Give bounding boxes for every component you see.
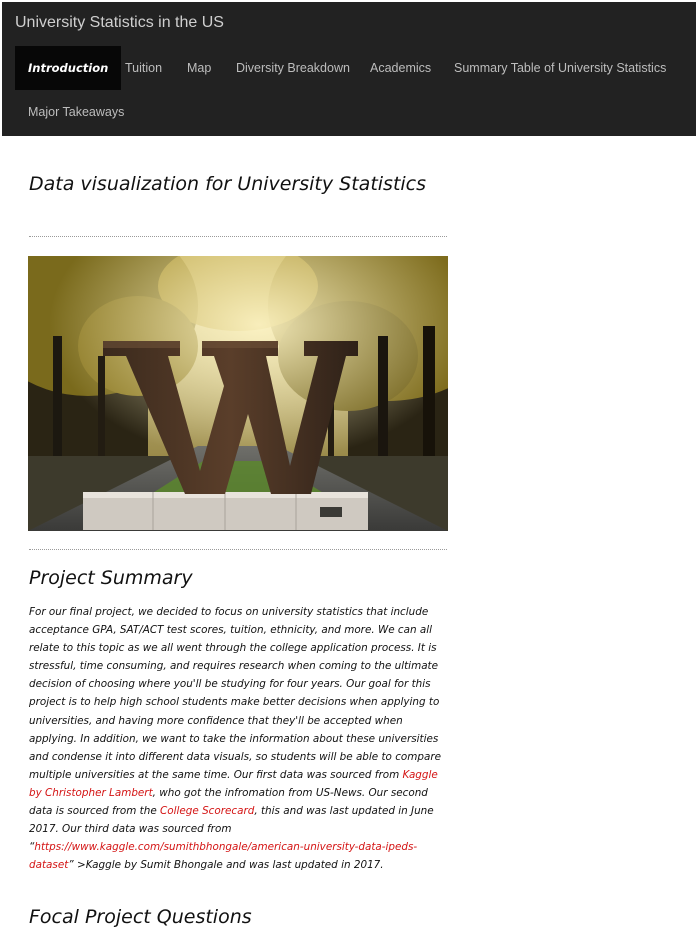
section-heading-project-summary: Project Summary (29, 567, 193, 589)
top-navbar: University Statistics in the US Introduc… (2, 2, 696, 136)
project-summary-paragraph: For our final project, we decided to foc… (29, 603, 447, 874)
nav-major-takeaways[interactable]: Major Takeaways (15, 90, 137, 134)
section-heading-focal-questions: Focal Project Questions (29, 906, 252, 928)
page-title: Data visualization for University Statis… (29, 173, 427, 195)
nav-summary-table[interactable]: Summary Table of University Statistics (441, 46, 679, 90)
divider (29, 549, 447, 550)
summary-text: ” >Kaggle by Sumit Bhongale and was last… (68, 859, 384, 872)
nav-tuition[interactable]: Tuition (112, 46, 175, 90)
nav-diversity-breakdown[interactable]: Diversity Breakdown (223, 46, 363, 90)
summary-text: For our final project, we decided to foc… (29, 606, 442, 781)
nav-academics[interactable]: Academics (357, 46, 444, 90)
link-college-scorecard[interactable]: College Scorecard (160, 805, 254, 817)
nav-introduction[interactable]: Introduction (15, 46, 122, 90)
hero-image (28, 256, 448, 531)
divider (29, 236, 447, 237)
site-brand[interactable]: University Statistics in the US (15, 14, 224, 32)
w-statue-photo (28, 256, 448, 531)
nav-map[interactable]: Map (174, 46, 224, 90)
